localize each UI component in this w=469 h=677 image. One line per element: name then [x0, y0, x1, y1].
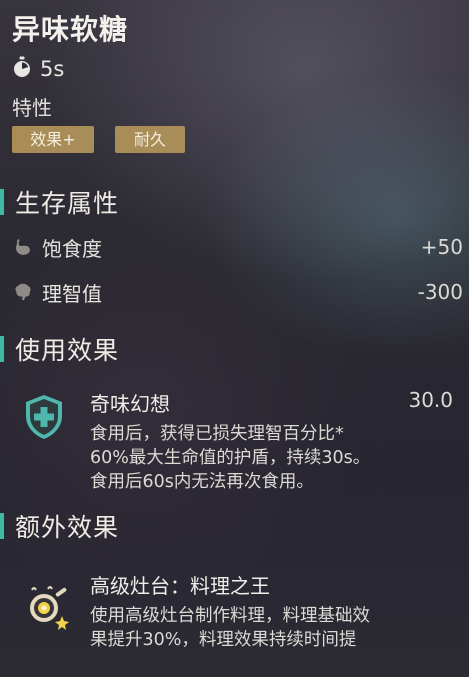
traits-label: 特性 — [12, 96, 52, 120]
trait-tag-durability: 耐久 — [115, 126, 185, 153]
stat-value: +50 — [420, 235, 463, 259]
section-accent-bar — [0, 336, 4, 362]
section-title: 生存属性 — [15, 189, 120, 218]
trait-tag-effect: 效果+ — [12, 126, 94, 153]
effect-description-line: 食用后60s内无法再次食用。 — [90, 472, 314, 492]
duration-row: 5s — [12, 56, 64, 82]
effect-description-line: 使用高级灶台制作料理，料理基础效 — [90, 606, 370, 626]
section-accent-bar — [0, 189, 4, 215]
cooking-pan-icon — [24, 586, 72, 636]
shield-plus-icon — [24, 394, 64, 444]
stopwatch-icon — [12, 56, 32, 82]
trait-tags: 效果+ 耐久 — [12, 126, 185, 153]
effect-description-line: 60%最大生命值的护盾，持续30s。 — [90, 448, 371, 468]
stat-name: 饱食度 — [42, 236, 102, 261]
stat-row-sanity: 理智值 -300 — [14, 277, 463, 307]
section-accent-bar — [0, 513, 4, 539]
effect-description: 使用高级灶台制作料理，料理基础效 果提升30%，料理效果持续时间提 — [90, 604, 370, 652]
effect-description-line: 果提升30%，料理效果持续时间提 — [90, 630, 357, 650]
stat-value: -300 — [417, 280, 463, 304]
stomach-icon — [14, 238, 32, 256]
effect-name: 高级灶台：料理之王 — [90, 574, 270, 598]
brain-icon — [14, 283, 32, 301]
effect-name: 奇味幻想 — [90, 392, 170, 416]
use-effect-entry: 奇味幻想 30.0 食用后，获得已损失理智百分比* 60%最大生命值的护盾，持续… — [24, 388, 453, 498]
effect-description: 食用后，获得已损失理智百分比* 60%最大生命值的护盾，持续30s。 食用后60… — [90, 422, 370, 494]
section-title: 额外效果 — [15, 513, 120, 542]
extra-effect-entry: 高级灶台：料理之王 使用高级灶台制作料理，料理基础效 果提升30%，料理效果持续… — [24, 570, 453, 665]
stat-name: 理智值 — [42, 281, 102, 306]
section-title: 使用效果 — [15, 336, 120, 365]
item-detail-panel: 异味软糖 5s 特性 效果+ 耐久 生存属性 饱食度 +50 理智值 -300 … — [0, 0, 469, 677]
section-extra-effect-heading: 额外效果 — [0, 508, 119, 544]
section-use-effect-heading: 使用效果 — [0, 331, 119, 367]
section-survival-heading: 生存属性 — [0, 184, 119, 220]
item-title: 异味软糖 — [12, 13, 129, 46]
effect-value: 30.0 — [408, 388, 453, 412]
duration-value: 5s — [40, 57, 65, 81]
effect-description-line: 食用后，获得已损失理智百分比* — [90, 424, 344, 444]
stat-row-satiety: 饱食度 +50 — [14, 232, 463, 262]
